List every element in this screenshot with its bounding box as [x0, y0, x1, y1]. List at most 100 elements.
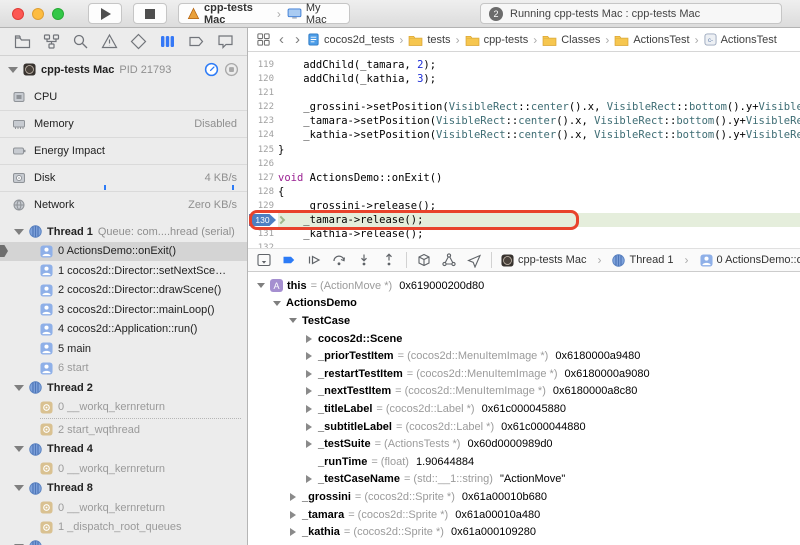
stack-frame-row[interactable]: 5 main	[0, 339, 247, 359]
step-into-button[interactable]	[356, 251, 372, 269]
variable-row[interactable]: _nextTestItem = (cocos2d::MenuItemImage …	[248, 383, 800, 401]
variable-row[interactable]: _testCaseName = (std::__1::string) "Acti…	[248, 471, 800, 489]
gutter-line-number[interactable]: 124	[248, 128, 278, 142]
gutter-line-number[interactable]: 119	[248, 58, 278, 72]
thread-row-partial[interactable]	[0, 537, 247, 545]
stack-frame-row[interactable]: 4 cocos2d::Application::run()	[0, 320, 247, 340]
disclosure-triangle[interactable]	[288, 528, 298, 537]
run-button[interactable]	[88, 3, 122, 24]
breadcrumb-item[interactable]: tests	[408, 34, 451, 46]
stack-frame-row[interactable]: 3 cocos2d::Director::mainLoop()	[0, 300, 247, 320]
source-editor[interactable]: 119 addChild(_tamara, 2); 120 addChild(_k…	[248, 52, 800, 248]
disclosure-triangle[interactable]	[304, 422, 314, 431]
gutter-line-number[interactable]: 126	[248, 157, 278, 171]
navigator-tab-reports[interactable]	[216, 33, 234, 51]
disclosure-triangle[interactable]	[304, 475, 314, 484]
disclosure-triangle[interactable]	[14, 446, 24, 453]
stack-frame-row[interactable]: 0 __workq_kernreturn	[0, 459, 247, 479]
variable-row[interactable]: _grossini = (cocos2d::Sprite *) 0x61a000…	[248, 488, 800, 506]
navigator-tab-search[interactable]	[71, 33, 89, 51]
gauge-row-memory[interactable]: Memory Disabled	[0, 110, 247, 137]
gutter-line-number[interactable]: 122	[248, 100, 278, 114]
variable-row[interactable]: _restartTestItem = (cocos2d::MenuItemIma…	[248, 365, 800, 383]
variable-row[interactable]: _runTime = (float) 1.90644884	[248, 453, 800, 471]
variable-row[interactable]: _titleLabel = (cocos2d::Label *) 0x61c00…	[248, 400, 800, 418]
gutter-line-number[interactable]: 131	[248, 227, 278, 241]
breadcrumb-item[interactable]: ActionsTest	[614, 34, 690, 46]
related-items-button[interactable]	[254, 31, 272, 49]
disclosure-triangle[interactable]	[304, 404, 314, 413]
activity-badge[interactable]: 2	[489, 6, 503, 21]
variable-row[interactable]: _subtitleLabel = (cocos2d::Label *) 0x61…	[248, 418, 800, 436]
step-out-button[interactable]	[381, 251, 397, 269]
navigator-tab-breakpoints[interactable]	[187, 33, 205, 51]
gutter-line-number[interactable]: 125	[248, 143, 278, 157]
gutter-line-number[interactable]: 127	[248, 171, 278, 185]
gutter-line-number[interactable]: 121	[248, 86, 278, 100]
step-over-button[interactable]	[331, 251, 347, 269]
stack-frame-row[interactable]: 1 _dispatch_root_queues	[0, 518, 247, 538]
variable-row[interactable]: _testSuite = (ActionsTests *) 0x60d00009…	[248, 435, 800, 453]
close-window-button[interactable]	[12, 8, 24, 20]
gauge-row-energy-impact[interactable]: Energy Impact	[0, 137, 247, 164]
thread-row[interactable]: Thread 4	[0, 440, 247, 460]
thread-row[interactable]: Thread 2	[0, 378, 247, 398]
variable-row[interactable]: _tamara = (cocos2d::Sprite *) 0x61a00010…	[248, 506, 800, 524]
gutter-line-number[interactable]: 120	[248, 72, 278, 86]
gutter-line-number[interactable]: 129	[248, 199, 278, 213]
gauge-row-disk[interactable]: Disk 4 KB/s	[0, 164, 247, 191]
stack-frame-row[interactable]: 1 cocos2d::Director::setNextSce…	[0, 261, 247, 281]
navigator-tab-debug[interactable]	[158, 33, 176, 51]
gutter-line-number[interactable]: 123	[248, 114, 278, 128]
variable-row[interactable]: Athis = (ActionMove *) 0x619000200d80	[248, 277, 800, 295]
navigator-tab-issues[interactable]	[100, 33, 118, 51]
breadcrumb-item[interactable]: Classes	[542, 34, 600, 46]
stack-frame-row[interactable]: 0 __workq_kernreturn	[0, 398, 247, 418]
continue-button[interactable]	[306, 251, 322, 269]
variable-row[interactable]: cocos2d::Scene	[248, 330, 800, 348]
disclosure-triangle[interactable]	[288, 318, 298, 324]
process-row[interactable]: cpp-tests Mac PID 21793	[0, 56, 247, 83]
minimize-window-button[interactable]	[32, 8, 44, 20]
disclosure-triangle[interactable]	[304, 334, 314, 343]
variable-row[interactable]: TestCase	[248, 312, 800, 330]
variable-row[interactable]: _kathia = (cocos2d::Sprite *) 0x61a00010…	[248, 523, 800, 541]
stop-button[interactable]	[133, 3, 167, 24]
disclosure-triangle[interactable]	[14, 384, 24, 391]
variable-row[interactable]: ActionsDemo	[248, 295, 800, 313]
debug-breadcrumb-item[interactable]: cpp-tests Mac	[501, 253, 586, 267]
gutter-line-number[interactable]: 132	[248, 241, 278, 248]
memory-graph-button[interactable]	[441, 251, 457, 269]
simulate-location-button[interactable]	[466, 251, 482, 269]
stack-frame-row[interactable]: 6 start	[0, 359, 247, 379]
breadcrumb-item[interactable]: cpp-tests	[465, 34, 528, 46]
forward-button[interactable]: ›	[291, 32, 304, 47]
thread-row[interactable]: Thread 8	[0, 479, 247, 499]
pause-gauges-button[interactable]	[204, 62, 219, 77]
disclosure-triangle[interactable]	[256, 283, 266, 289]
disclosure-triangle[interactable]	[272, 300, 282, 306]
disclosure-triangle[interactable]	[288, 492, 298, 501]
navigator-tab-source-control[interactable]	[42, 33, 60, 51]
navigator-tab-project[interactable]	[13, 33, 31, 51]
breadcrumb-item[interactable]: c- ActionsTest	[704, 33, 777, 46]
gutter-line-number[interactable]: 128	[248, 185, 278, 199]
stack-frame-row[interactable]: 2 start_wqthread	[0, 420, 247, 440]
disclosure-triangle[interactable]	[8, 66, 18, 73]
disclosure-triangle[interactable]	[304, 387, 314, 396]
disclosure-triangle[interactable]	[304, 440, 314, 449]
thread-row[interactable]: Thread 1 Queue: com....hread (serial)	[0, 222, 247, 242]
variable-row[interactable]: _priorTestItem = (cocos2d::MenuItemImage…	[248, 347, 800, 365]
debug-breadcrumb-item[interactable]: 0 ActionsDemo::onExit()	[699, 253, 800, 267]
navigator-tab-tests[interactable]	[129, 33, 147, 51]
hide-debug-area-button[interactable]	[256, 251, 272, 269]
kill-process-button[interactable]	[224, 62, 239, 77]
disclosure-triangle[interactable]	[14, 228, 24, 235]
zoom-window-button[interactable]	[52, 8, 64, 20]
debug-breadcrumb-item[interactable]: Thread 1	[612, 253, 674, 267]
gauge-row-cpu[interactable]: CPU	[0, 83, 247, 110]
stack-frame-row[interactable]: 2 cocos2d::Director::drawScene()	[0, 281, 247, 301]
disclosure-triangle[interactable]	[304, 369, 314, 378]
back-button[interactable]: ‹	[275, 32, 288, 47]
view-hierarchy-button[interactable]	[416, 251, 432, 269]
